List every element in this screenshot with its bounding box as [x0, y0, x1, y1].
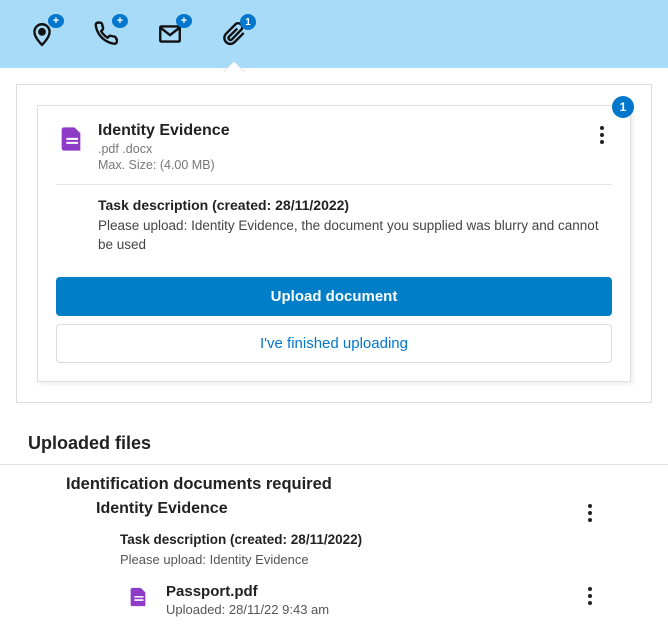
- add-badge: +: [48, 14, 64, 28]
- task-menu-button[interactable]: [592, 122, 612, 148]
- task-body: Task description (created: 28/11/2022) P…: [56, 185, 612, 269]
- group-menu-button[interactable]: [580, 500, 600, 526]
- task-desc-text: Please upload: Identity Evidence, the do…: [98, 217, 612, 255]
- topbar-phone[interactable]: +: [88, 16, 124, 52]
- add-badge: +: [112, 14, 128, 28]
- task-desc-heading: Task description (created: 28/11/2022): [98, 197, 612, 213]
- main-card: 1 Identity Evidence .pdf .docx Max. Size…: [16, 84, 652, 403]
- sub-title: Identity Evidence: [96, 500, 572, 518]
- task-file-types: .pdf .docx: [98, 142, 580, 156]
- document-icon: [56, 124, 86, 154]
- task-header: Identity Evidence .pdf .docx Max. Size: …: [56, 122, 612, 185]
- file-meta: Uploaded: 28/11/22 9:43 am: [166, 602, 564, 617]
- topbar-caret: [224, 62, 244, 72]
- topbar: + + + 1: [0, 0, 668, 68]
- add-badge: +: [176, 14, 192, 28]
- uploaded-group: Identification documents required Identi…: [0, 465, 668, 617]
- topbar-mail[interactable]: +: [152, 16, 188, 52]
- file-menu-button[interactable]: [580, 583, 600, 609]
- file-icon: [126, 585, 150, 609]
- file-row: Passport.pdf Uploaded: 28/11/22 9:43 am: [66, 583, 640, 617]
- group-desc-heading: Task description (created: 28/11/2022): [120, 532, 600, 547]
- group-title: Identification documents required: [66, 475, 640, 494]
- topbar-attachment[interactable]: 1: [216, 16, 252, 52]
- upload-document-button[interactable]: Upload document: [56, 277, 612, 316]
- topbar-location[interactable]: +: [24, 16, 60, 52]
- file-text: Passport.pdf Uploaded: 28/11/22 9:43 am: [166, 583, 564, 617]
- task-title: Identity Evidence: [98, 122, 580, 140]
- count-badge: 1: [240, 14, 256, 30]
- uploaded-files-heading: Uploaded files: [0, 419, 668, 464]
- task-card: 1 Identity Evidence .pdf .docx Max. Size…: [37, 105, 631, 382]
- file-name: Passport.pdf: [166, 583, 564, 600]
- task-count-badge: 1: [612, 96, 634, 118]
- finished-uploading-button[interactable]: I've finished uploading: [56, 324, 612, 363]
- group-desc: Task description (created: 28/11/2022) P…: [66, 532, 640, 569]
- sub-row: Identity Evidence: [66, 500, 640, 526]
- task-header-text: Identity Evidence .pdf .docx Max. Size: …: [98, 122, 580, 172]
- task-max-size: Max. Size: (4.00 MB): [98, 158, 580, 172]
- group-desc-text: Please upload: Identity Evidence: [120, 551, 600, 569]
